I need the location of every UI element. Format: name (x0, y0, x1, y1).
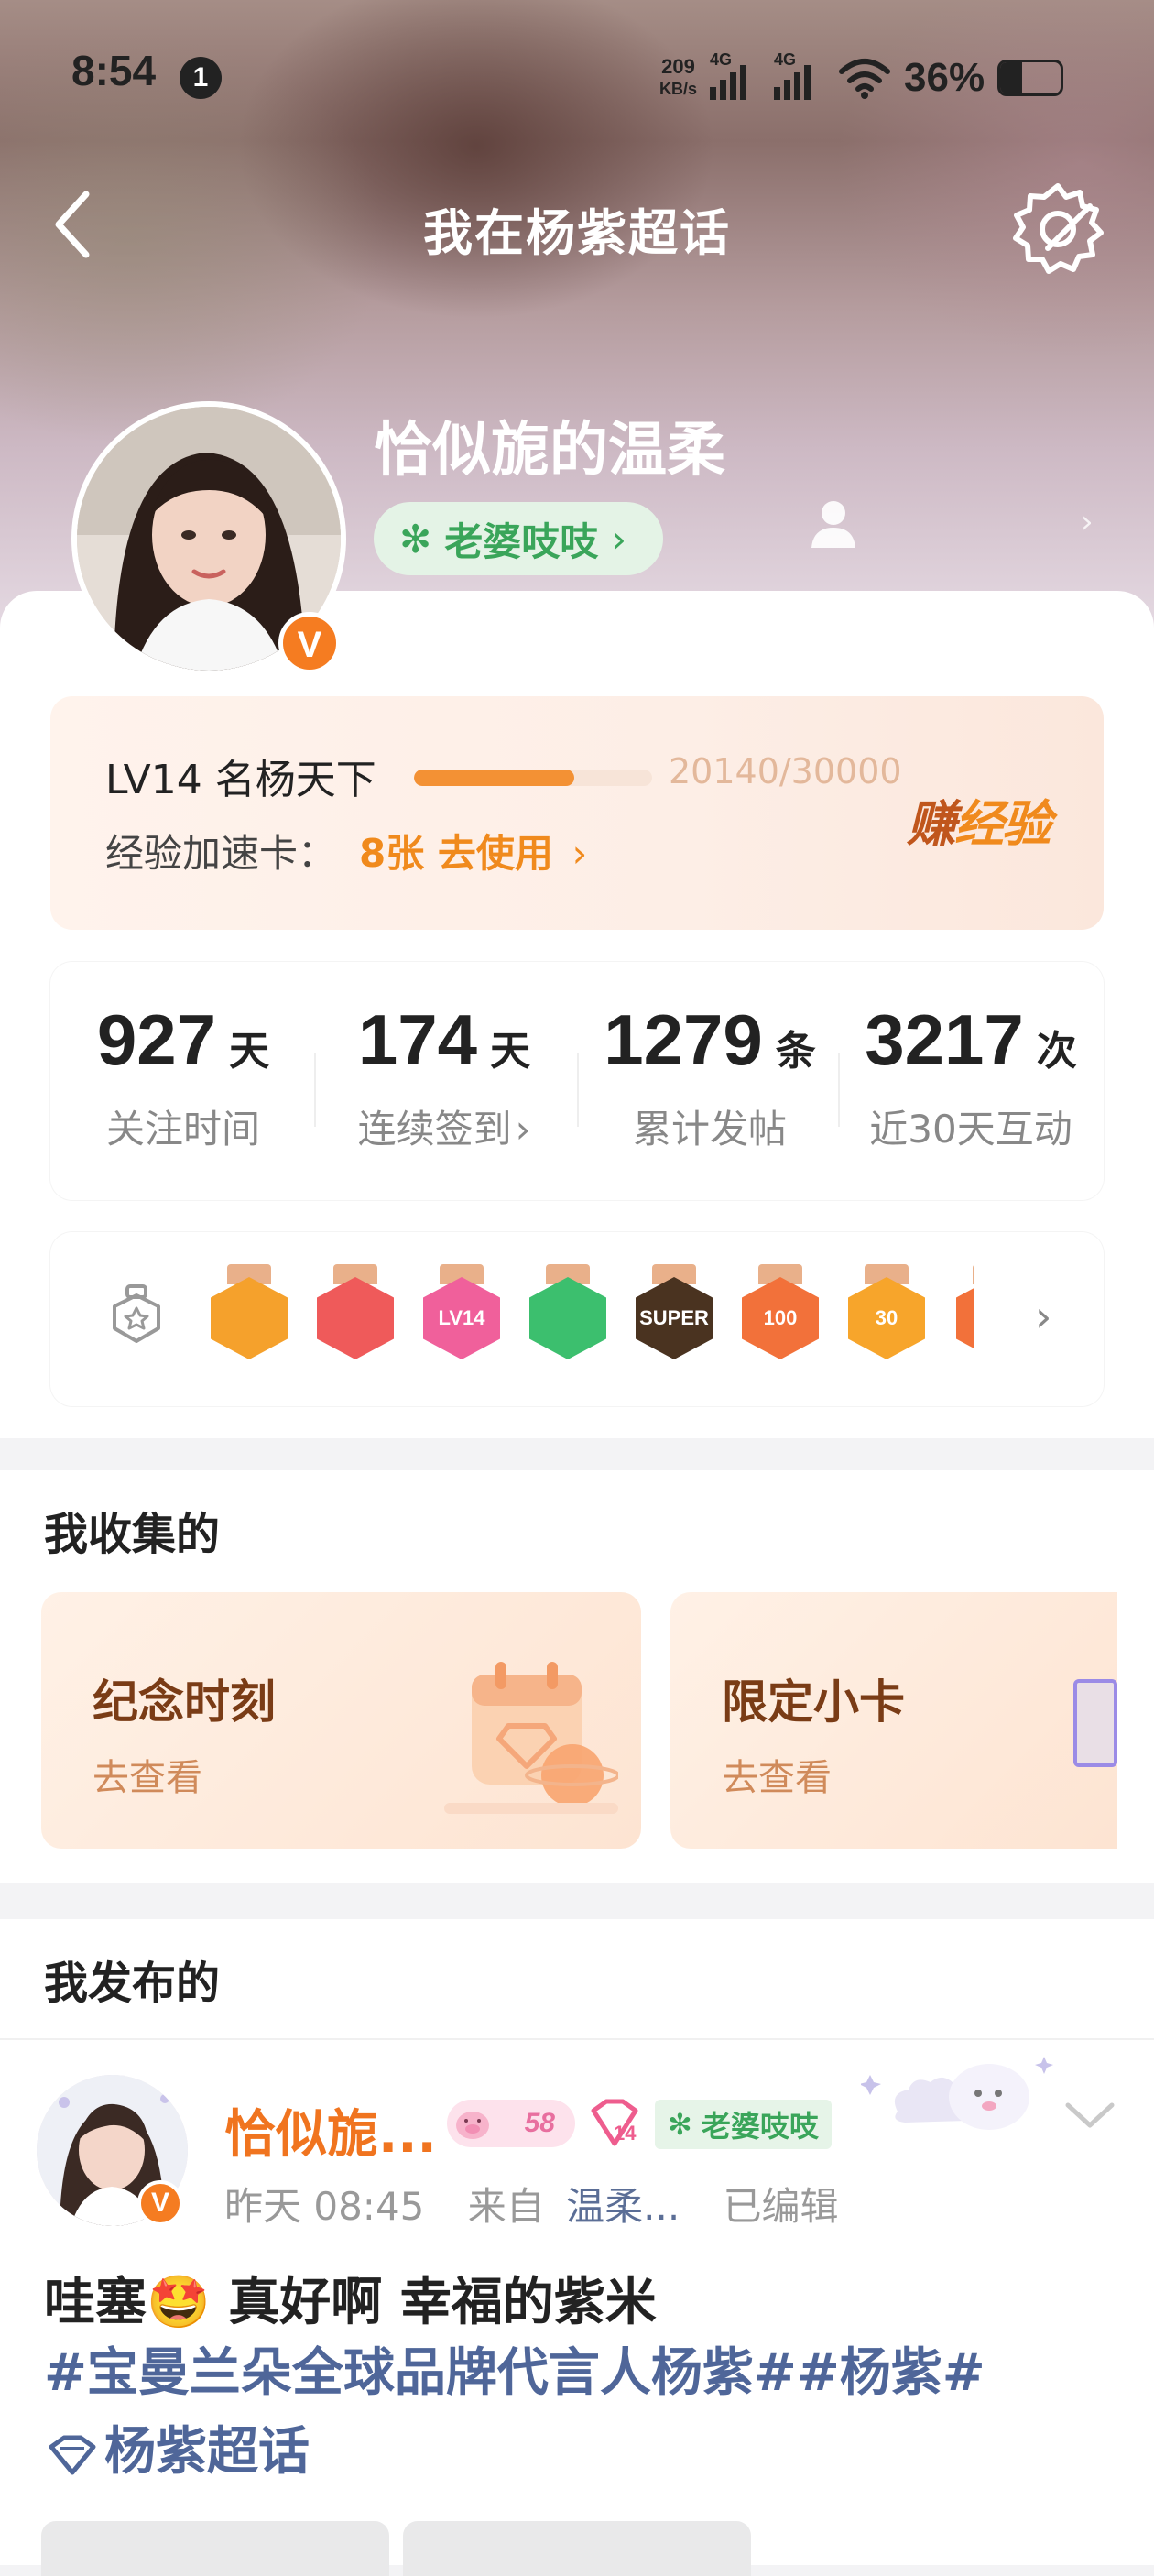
chevron-right-icon[interactable]: › (1035, 1292, 1051, 1341)
chevron-right-icon: › (611, 516, 627, 562)
status-indicators: 209 KB/s 4G 4G 36% (659, 46, 1064, 110)
status-time: 8:54 (71, 47, 157, 94)
badge-wall-icon (113, 1284, 160, 1343)
verified-badge: V (278, 612, 341, 674)
speed-card-label: 经验加速卡： (105, 831, 337, 876)
pig-icon (456, 2112, 489, 2139)
stat-total-posts: 1279 条 累计发帖 (604, 999, 816, 1152)
signal-icon: 4G (774, 50, 825, 100)
signal-icon: 4G (710, 50, 761, 100)
chevron-right-icon: › (515, 1107, 531, 1152)
badge-medal-partial (953, 1264, 974, 1363)
collect-card-limited[interactable]: 限定小卡 去查看 (670, 1592, 1117, 1849)
post-meta: 昨天 08:45 来自 温柔... 已编辑 (224, 2184, 839, 2229)
diamond-icon (49, 2435, 96, 2475)
user-level-badge: 58 (447, 2100, 575, 2147)
net-speed: 209 KB/s (659, 55, 698, 99)
post-image-thumbnail[interactable] (41, 2521, 389, 2576)
post-author-name[interactable]: 恰似旎... (224, 2093, 437, 2167)
verified-badge: V (137, 2180, 183, 2226)
settings-gear-icon[interactable] (1007, 179, 1108, 279)
stat-checkin-days[interactable]: 174 天 连续签到› (311, 999, 577, 1154)
fan-tag[interactable]: ✻ 老婆吱吱 (655, 2100, 832, 2149)
section-title-published: 我发布的 (44, 1958, 221, 2009)
star-eyes-emoji: 🤩 (147, 2273, 211, 2332)
chevron-right-icon: › (572, 831, 588, 876)
page-title: 我在杨紫超话 (423, 204, 731, 262)
level-progress-text: 20140/30000 (669, 751, 902, 791)
hand-medal[interactable] (526, 1264, 610, 1363)
calendar-illustration-icon (444, 1662, 618, 1814)
earn-exp-button[interactable]: 赚经验 (907, 783, 1051, 856)
fan-level-diamond-badge: 14 (586, 2098, 643, 2151)
collect-card-moments[interactable]: 纪念时刻 去查看 (41, 1592, 641, 1849)
decorative-sticker-icon (861, 2057, 1053, 2130)
fan-tag-pill[interactable]: ✻ 老婆吱吱 › (374, 502, 664, 575)
battery-percent: 36% (904, 55, 985, 100)
username: 恰似旎的温柔 (374, 417, 725, 485)
snowflake-icon: ✻ (668, 2107, 692, 2142)
stat-follow-days: 927 天 关注时间 (96, 999, 270, 1152)
snowflake-icon: ✻ (399, 516, 432, 562)
post-image-thumbnail[interactable] (403, 2521, 751, 2576)
100-days-medal[interactable]: 100 (738, 1264, 822, 1363)
notification-count-badge: 1 (180, 57, 222, 99)
30-days-medal[interactable]: 30 (844, 1264, 929, 1363)
wifi-icon (839, 59, 891, 99)
crown-medal[interactable] (207, 1264, 291, 1363)
super-medal[interactable]: SUPER (632, 1264, 716, 1363)
person-icon[interactable] (806, 495, 861, 550)
chevron-down-icon[interactable] (1062, 2098, 1117, 2134)
trophy-medal[interactable] (313, 1264, 397, 1363)
photo-card-thumbnail (1073, 1679, 1117, 1767)
stat-interactions: 3217 次 近30天互动 (865, 999, 1077, 1152)
speed-card-link[interactable]: 8张 去使用 › (359, 823, 587, 879)
lv14-medal[interactable]: LV14 (419, 1264, 504, 1363)
post-hashtags[interactable]: #宝曼兰朵全球品牌代言人杨紫##杨紫# 杨紫超话 (44, 2334, 1125, 2492)
level-name: LV14 名杨天下 (105, 757, 376, 803)
chevron-right-icon[interactable]: › (1081, 504, 1094, 540)
battery-icon (997, 60, 1064, 96)
post-source-link[interactable]: 温柔... (566, 2184, 680, 2229)
level-progress-bar (414, 770, 652, 786)
section-title-collected: 我收集的 (44, 1509, 221, 1560)
post-text: 哇塞🤩 真好啊 幸福的紫米 (44, 2273, 657, 2332)
